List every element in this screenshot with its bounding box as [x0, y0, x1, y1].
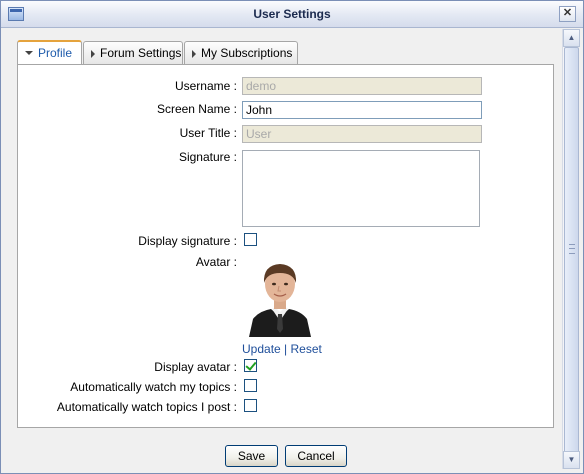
tab-profile-label: Profile — [38, 46, 73, 60]
update-avatar-link[interactable]: Update — [242, 342, 281, 356]
username-label: Username : — [174, 79, 237, 93]
display-avatar-label: Display avatar : — [154, 360, 237, 374]
scrollbar-thumb[interactable] — [564, 47, 579, 453]
scroll-up-icon[interactable]: ▲ — [563, 29, 580, 47]
tab-forum-settings[interactable]: Forum Settings — [83, 41, 183, 64]
tab-my-subscriptions[interactable]: My Subscriptions — [184, 41, 298, 64]
watch-topics-i-post-label: Automatically watch topics I post : — [56, 400, 237, 414]
user-title-label: User Title : — [179, 126, 237, 140]
signature-label: Signature : — [178, 150, 237, 164]
display-signature-checkbox[interactable] — [244, 233, 257, 246]
avatar-links: Update | Reset — [242, 342, 322, 356]
user-settings-window: User Settings ✕ Profile Forum Settings M… — [0, 0, 584, 474]
display-signature-label: Display signature : — [138, 234, 237, 248]
reset-avatar-link[interactable]: Reset — [291, 342, 322, 356]
window-title: User Settings — [253, 7, 331, 21]
display-avatar-checkbox[interactable] — [244, 359, 257, 372]
user-title-field[interactable] — [242, 125, 482, 143]
avatar-label: Avatar : — [195, 255, 237, 269]
signature-textarea[interactable] — [242, 150, 480, 227]
chevron-right-icon — [192, 49, 196, 58]
close-icon[interactable]: ✕ — [559, 6, 576, 22]
chevron-down-icon — [25, 50, 33, 55]
watch-my-topics-checkbox[interactable] — [244, 379, 257, 392]
screen-name-field[interactable] — [242, 101, 482, 119]
vertical-scrollbar[interactable]: ▲ ▼ — [562, 29, 580, 469]
link-separator: | — [284, 342, 288, 356]
checkmark-icon — [245, 359, 257, 371]
chevron-right-icon — [91, 49, 95, 58]
screen-name-label: Screen Name : — [156, 102, 237, 116]
tab-my-subscriptions-label: My Subscriptions — [201, 46, 293, 60]
scroll-down-icon[interactable]: ▼ — [563, 451, 580, 469]
watch-topics-i-post-checkbox[interactable] — [244, 399, 257, 412]
username-field[interactable] — [242, 77, 482, 95]
cancel-button[interactable]: Cancel — [285, 445, 347, 467]
grip-icon — [569, 244, 575, 254]
tab-forum-settings-label: Forum Settings — [100, 46, 182, 60]
save-button[interactable]: Save — [225, 445, 278, 467]
watch-my-topics-label: Automatically watch my topics : — [70, 380, 237, 394]
tab-profile[interactable]: Profile — [17, 40, 82, 66]
title-bar[interactable]: User Settings ✕ — [1, 1, 583, 28]
avatar-image — [245, 257, 315, 337]
